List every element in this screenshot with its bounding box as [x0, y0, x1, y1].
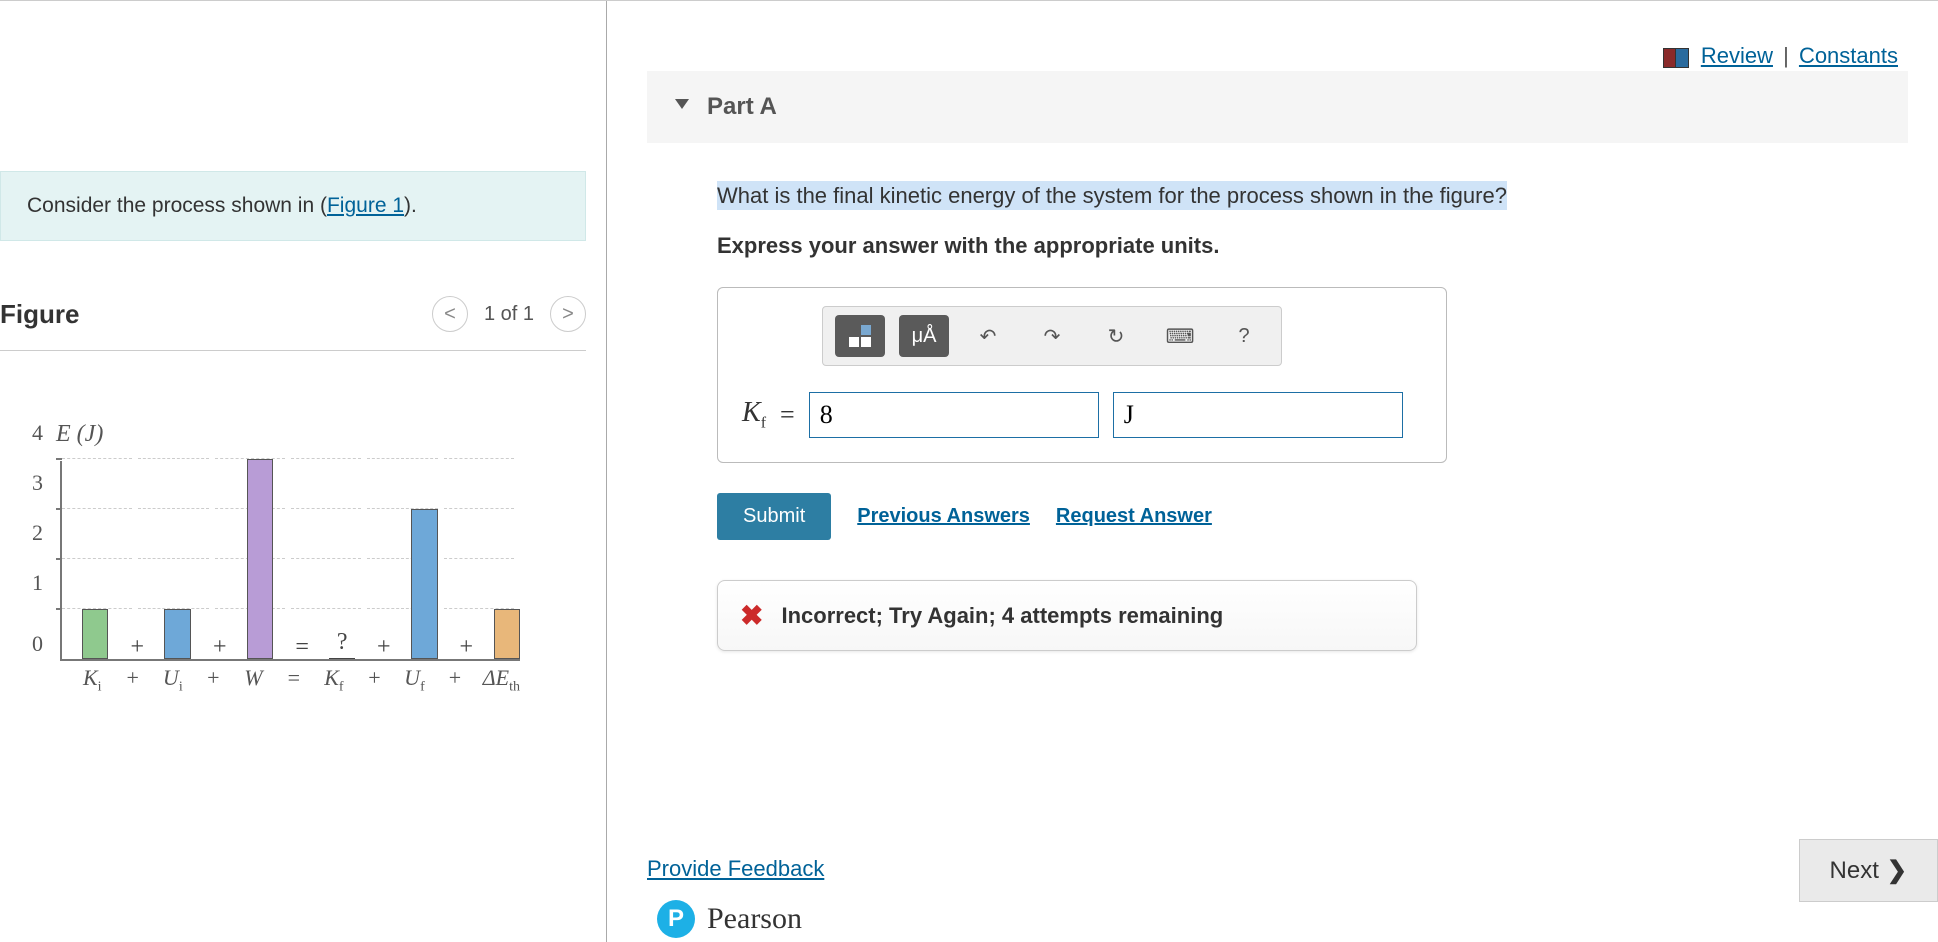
xlab-op: +: [207, 665, 219, 695]
figure-pager: 1 of 1: [484, 303, 534, 326]
var-subscript: f: [761, 415, 766, 432]
left-pane: Consider the process shown in (Figure 1)…: [0, 1, 607, 942]
ytick-0: 0: [32, 631, 43, 657]
chart: E (J) 0 1 2 3 4 + +: [0, 461, 520, 695]
value-input[interactable]: [809, 392, 1099, 438]
book-icon: [1663, 48, 1689, 66]
figure-link[interactable]: Figure 1: [327, 194, 404, 217]
undo-button[interactable]: ↶: [963, 315, 1013, 357]
figure-nav: < 1 of 1 >: [432, 296, 586, 332]
bar-w: [247, 459, 273, 659]
xlab-w: W: [241, 665, 266, 695]
answer-toolbar: μÅ ↶ ↷ ↻ ⌨ ?: [822, 306, 1282, 366]
submit-button[interactable]: Submit: [717, 493, 831, 540]
keyboard-button[interactable]: ⌨: [1155, 315, 1205, 357]
op-plus: +: [377, 635, 389, 659]
next-button[interactable]: Next ❯: [1799, 839, 1938, 902]
variable-label: Kf: [742, 397, 766, 433]
unit-input[interactable]: [1113, 392, 1403, 438]
var-letter: K: [742, 397, 761, 428]
provide-feedback-link[interactable]: Provide Feedback: [647, 856, 824, 881]
provide-feedback: Provide Feedback: [647, 856, 824, 882]
part-header[interactable]: Part A: [647, 71, 1908, 143]
templates-button[interactable]: [835, 315, 885, 357]
feedback-text: Incorrect; Try Again; 4 attempts remaini…: [781, 603, 1223, 629]
app-root: Consider the process shown in (Figure 1)…: [0, 0, 1938, 942]
top-links: Review | Constants: [1663, 43, 1898, 69]
help-button[interactable]: ?: [1219, 315, 1269, 357]
prompt-box: Consider the process shown in (Figure 1)…: [0, 171, 586, 241]
prompt-pre: Consider the process shown in (: [27, 194, 327, 217]
answer-box: μÅ ↶ ↷ ↻ ⌨ ? Kf =: [717, 287, 1447, 463]
incorrect-icon: ✖: [740, 599, 763, 632]
xlab-ui: Ui: [161, 665, 186, 695]
instruction-text: Express your answer with the appropriate…: [717, 233, 1908, 259]
bar-ui: [164, 609, 190, 659]
figure-next-button[interactable]: >: [550, 296, 586, 332]
pearson-logo-icon: P: [657, 900, 695, 938]
op-eq: =: [295, 635, 307, 659]
bar-deth: [494, 609, 520, 659]
previous-answers-link[interactable]: Previous Answers: [857, 505, 1030, 528]
op-plus: +: [130, 635, 142, 659]
brand-text: Pearson: [707, 902, 802, 936]
chart-xlabels: Ki + Ui + W = Kf + Uf + ΔEth: [60, 665, 520, 695]
equals-sign: =: [780, 400, 795, 430]
separator: |: [1783, 43, 1789, 68]
chart-plot: 0 1 2 3 4 + + =: [60, 461, 520, 661]
bar-kf-unknown: ?: [329, 629, 355, 659]
units-button[interactable]: μÅ: [899, 315, 949, 357]
bar-uf: [411, 509, 437, 659]
xlab-op: +: [127, 665, 139, 695]
redo-button[interactable]: ↷: [1027, 315, 1077, 357]
figure-title: Figure: [0, 299, 79, 330]
op-plus: +: [213, 635, 225, 659]
chevron-down-icon: [675, 99, 689, 109]
question-text: What is the final kinetic energy of the …: [717, 181, 1507, 210]
bar-ki: [82, 609, 108, 659]
chart-ylabel: E (J): [56, 421, 103, 448]
xlab-op: =: [288, 665, 300, 695]
prompt-post: ).: [404, 194, 417, 217]
review-link[interactable]: Review: [1701, 43, 1773, 68]
chevron-right-icon: ❯: [1887, 856, 1907, 885]
request-answer-link[interactable]: Request Answer: [1056, 505, 1212, 528]
figure-header: Figure < 1 of 1 >: [0, 296, 586, 351]
xlab-deth: ΔEth: [483, 665, 520, 695]
brand-footer: P Pearson: [657, 900, 802, 938]
bars-row: + + = ? + +: [62, 461, 520, 659]
part-label: Part A: [707, 93, 777, 120]
next-label: Next: [1830, 857, 1879, 885]
templates-icon: [849, 325, 871, 347]
xlab-ki: Ki: [80, 665, 105, 695]
gridline: [62, 458, 520, 459]
constants-link[interactable]: Constants: [1799, 43, 1898, 68]
xlab-op: +: [449, 665, 461, 695]
ytick-2: 2: [32, 520, 43, 546]
xlab-uf: Uf: [402, 665, 427, 695]
xlab-op: +: [368, 665, 380, 695]
feedback-box: ✖ Incorrect; Try Again; 4 attempts remai…: [717, 580, 1417, 651]
ytick-3: 3: [32, 470, 43, 496]
reset-button[interactable]: ↻: [1091, 315, 1141, 357]
actions-row: Submit Previous Answers Request Answer: [717, 493, 1908, 540]
figure-prev-button[interactable]: <: [432, 296, 468, 332]
xlab-kf: Kf: [322, 665, 347, 695]
answer-row: Kf =: [742, 392, 1422, 438]
right-pane: Review | Constants Part A What is the fi…: [607, 1, 1938, 942]
op-plus: +: [460, 635, 472, 659]
ytick-4: 4: [32, 420, 43, 446]
ytick-1: 1: [32, 570, 43, 596]
